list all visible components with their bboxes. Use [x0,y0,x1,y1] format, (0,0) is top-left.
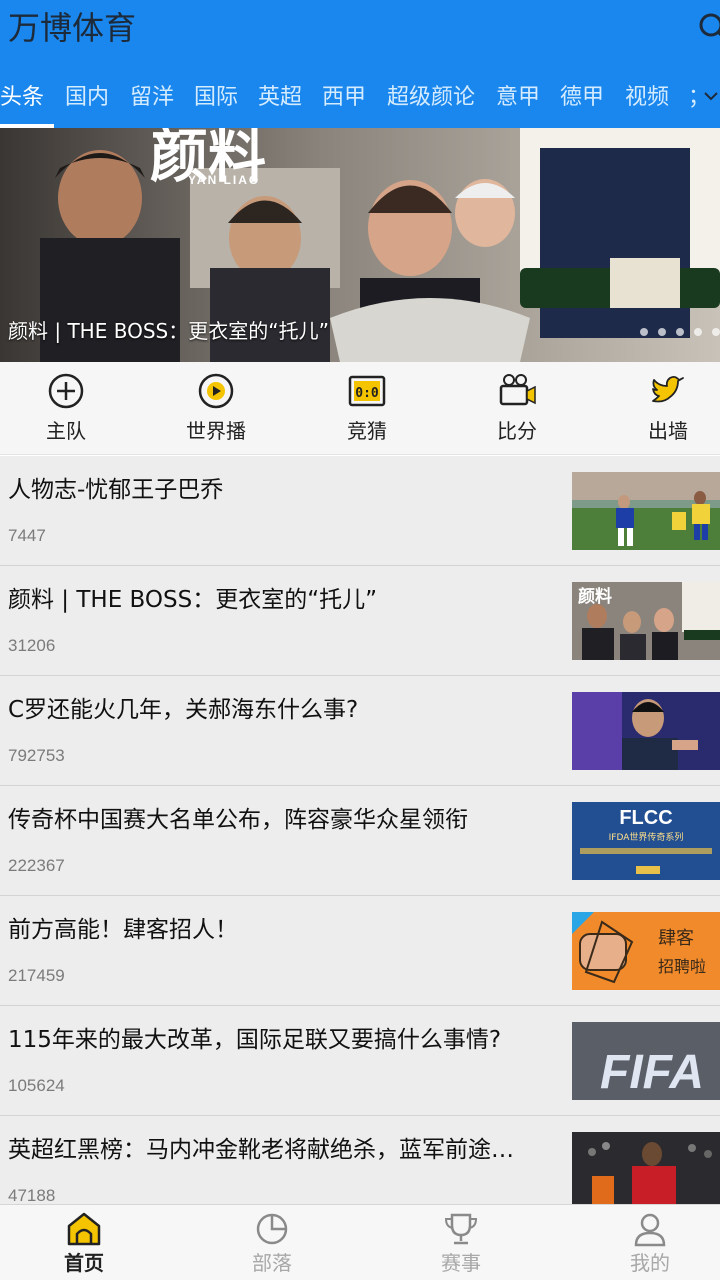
article-row[interactable]: 人物志-忧郁王子巴乔 7447 [0,456,720,566]
quick-label: 世界播 [186,419,246,443]
banner-caption: 颜料 | THE BOSS：更衣室的“托儿” [8,319,329,343]
article-view-count: 105624 [8,1076,65,1095]
play-ball-icon [198,373,234,409]
article-title: 前方高能！肆客招人！ [8,917,238,943]
quick-score[interactable]: 比分 [455,362,575,455]
nav-label: 我的 [630,1251,670,1275]
thumb-logo: 肆客 [658,928,694,949]
article-title: 传奇杯中国赛大名单公布，阵容豪华众星领衔 [8,807,468,833]
article-thumbnail [572,692,720,770]
pager-dot [712,328,720,336]
quick-outwall[interactable]: 出墙 [606,362,720,455]
twitter-bird-icon [652,375,684,403]
trophy-icon [444,1213,478,1245]
tab-video[interactable]: 视频 [625,82,669,114]
article-thumbnail [572,1132,720,1204]
thumb-subtitle: 招聘啦 [658,957,706,976]
thumb-logo: 颜料 [578,586,612,607]
article-thumbnail: 颜料 [572,582,720,660]
tab-serie-a[interactable]: 意甲 [496,82,540,114]
quick-world-broadcast[interactable]: 世界播 [154,362,274,455]
banner-logo-sub: YAN LIAO [188,173,260,187]
tab-headline[interactable]: 头条 [0,82,44,114]
article-thumbnail: FIFA [572,1022,720,1100]
nav-events[interactable]: 赛事 [391,1205,531,1280]
quick-home-team[interactable]: 主队 [4,362,124,455]
nav-home[interactable]: 首页 [14,1205,154,1280]
article-row[interactable]: C罗还能火几年，关郝海东什么事? 792753 [0,676,720,786]
tab-bundesliga[interactable]: 德甲 [560,82,604,114]
article-feed: 人物志-忧郁王子巴乔 7447 颜料 | THE BOSS：更衣室的“托儿” 3… [0,456,720,1204]
thumb-subtitle: IFDA世界传奇系列 [609,831,684,843]
nav-label: 赛事 [441,1251,481,1275]
bottom-nav: 首页 部落 赛事 我的 [0,1204,720,1280]
user-icon [634,1213,666,1247]
quick-actions: 主队 世界播 0:0 竞猜 比分 出墙 [0,362,720,455]
channel-tabs: 头条 国内 留洋 国际 英超 西甲 超级颜论 意甲 德甲 视频 ； [0,76,720,124]
nav-tribe[interactable]: 部落 [202,1205,342,1280]
tab-la-liga[interactable]: 西甲 [322,82,366,114]
tab-overseas[interactable]: 留洋 [130,82,174,114]
article-title: 115年来的最大改革，国际足联又要搞什么事情? [8,1027,502,1053]
article-view-count: 7447 [8,526,46,545]
tab-super-yanlun[interactable]: 超级颜论 [387,82,475,114]
pager-dot [640,328,648,336]
home-icon [67,1212,101,1246]
svg-text:0:0: 0:0 [355,386,379,401]
article-row[interactable]: 115年来的最大改革，国际足联又要搞什么事情? 105624 FIFA [0,1006,720,1116]
quick-label: 比分 [497,419,537,443]
pie-chart-icon [256,1213,288,1245]
video-camera-icon [499,374,536,406]
chevron-down-icon[interactable] [702,84,720,108]
article-thumbnail [572,472,720,550]
quick-label: 出墙 [648,419,688,443]
article-title: 颜料 | THE BOSS：更衣室的“托儿” [8,587,378,613]
article-row[interactable]: 英超红黑榜：马内冲金靴老将献绝杀，蓝军前途… 47188 [0,1116,720,1204]
article-view-count: 47188 [8,1186,56,1204]
thumb-logo: FIFA [600,1046,704,1099]
pager-dot [658,328,666,336]
article-row[interactable]: 前方高能！肆客招人！ 217459 肆客 招聘啦 [0,896,720,1006]
nav-mine[interactable]: 我的 [580,1205,720,1280]
app-bar: 万博体育 头条 国内 留洋 国际 英超 西甲 超级颜论 意甲 德甲 视频 ； [0,0,720,128]
thumb-logo: FLCC [619,807,672,829]
quick-guess[interactable]: 0:0 竞猜 [305,362,425,455]
article-title: C罗还能火几年，关郝海东什么事? [8,697,359,723]
article-thumbnail: 肆客 招聘啦 [572,912,720,990]
tab-international[interactable]: 国际 [194,82,238,114]
nav-label: 首页 [64,1251,104,1275]
article-view-count: 792753 [8,746,65,765]
quick-label: 主队 [46,419,86,443]
tab-premier-league[interactable]: 英超 [258,82,302,114]
article-view-count: 222367 [8,856,65,875]
pager-dot [694,328,702,336]
article-thumbnail: FLCC IFDA世界传奇系列 [572,802,720,880]
scoreboard-icon: 0:0 [348,375,386,407]
article-view-count: 217459 [8,966,65,985]
app-title: 万博体育 [8,9,137,47]
nav-label: 部落 [252,1251,292,1275]
article-row[interactable]: 传奇杯中国赛大名单公布，阵容豪华众星领衔 222367 FLCC IFDA世界传… [0,786,720,896]
plus-circle-icon [48,373,84,409]
pager-dot [676,328,684,336]
article-view-count: 31206 [8,636,56,655]
article-title: 英超红黑榜：马内冲金靴老将献绝杀，蓝军前途… [8,1137,514,1163]
quick-label: 竞猜 [347,419,387,443]
search-icon[interactable] [696,10,720,44]
tab-domestic[interactable]: 国内 [65,82,109,114]
article-row[interactable]: 颜料 | THE BOSS：更衣室的“托儿” 31206 颜料 [0,566,720,676]
article-title: 人物志-忧郁王子巴乔 [8,477,224,503]
